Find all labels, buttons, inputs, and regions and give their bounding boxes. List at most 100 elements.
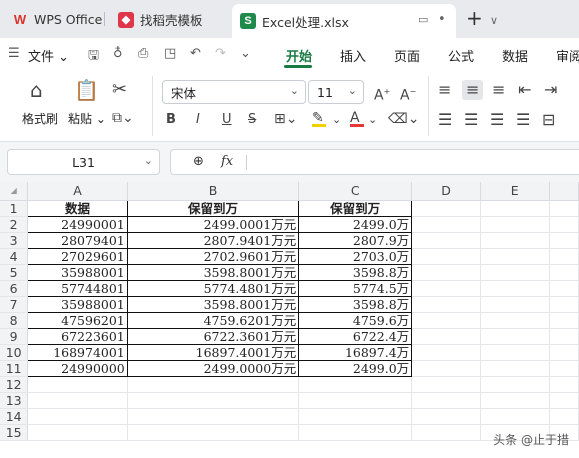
cell[interactable] — [549, 344, 579, 361]
tab-excel-file[interactable]: S Excel处理.xlsx ▭ • — [232, 4, 456, 38]
cell[interactable] — [480, 280, 550, 297]
cell-value[interactable]: 4759.6万 — [298, 311, 413, 329]
cell[interactable] — [549, 392, 579, 409]
cell-value[interactable]: 28079401 — [27, 231, 128, 249]
cell-value[interactable]: 2807.9401万元 — [126, 231, 300, 249]
cell[interactable] — [480, 296, 550, 313]
select-all-corner[interactable]: ◢ — [0, 182, 29, 201]
cell[interactable] — [549, 248, 579, 265]
cell[interactable] — [127, 392, 300, 409]
row-header[interactable]: 9 — [0, 328, 29, 345]
spreadsheet-grid[interactable]: ◢ A B C D E 1 数据 保留到万 保留到万 2 24990001 24… — [0, 182, 579, 458]
cell-value[interactable]: 2499.0000万元 — [126, 359, 300, 377]
new-tab-icon[interactable]: + — [466, 8, 483, 28]
cell[interactable] — [549, 408, 579, 425]
align-left-icon[interactable]: ☰ — [438, 112, 452, 128]
underline-icon[interactable]: U — [222, 112, 232, 128]
cell[interactable] — [480, 344, 550, 361]
cell-value[interactable]: 6722.3601万元 — [126, 327, 300, 345]
cell[interactable] — [411, 392, 481, 409]
align-bottom-icon[interactable]: ≡ — [492, 82, 505, 98]
cell-value[interactable]: 27029601 — [27, 247, 128, 265]
cell[interactable] — [411, 200, 481, 217]
cell[interactable] — [480, 360, 550, 377]
format-painter-label[interactable]: 格式刷 — [22, 110, 58, 127]
cell-header-b[interactable]: 保留到万 — [126, 199, 300, 217]
cell[interactable] — [411, 408, 481, 425]
row-header[interactable]: 7 — [0, 296, 29, 313]
row-header[interactable]: 4 — [0, 248, 29, 265]
cell[interactable] — [480, 408, 550, 425]
cell[interactable] — [549, 328, 579, 345]
font-color-icon[interactable]: A — [350, 110, 364, 127]
row-header[interactable]: 10 — [0, 344, 29, 361]
window-tile-icon[interactable]: ▭ — [418, 13, 428, 26]
paste-label[interactable]: 粘贴 ⌄ — [68, 110, 106, 127]
cell[interactable] — [298, 392, 413, 409]
tab-review[interactable]: 审阅 — [556, 46, 579, 65]
cell-value[interactable]: 16897.4万 — [298, 343, 413, 361]
redo-icon[interactable]: ↷ — [215, 46, 226, 61]
cell-value[interactable]: 16897.4001万元 — [126, 343, 300, 361]
cell[interactable] — [549, 376, 579, 393]
row-header[interactable]: 11 — [0, 360, 29, 377]
tab-data[interactable]: 数据 — [502, 46, 528, 65]
cell-header-data[interactable]: 数据 — [27, 199, 128, 217]
cell-value[interactable]: 35988001 — [27, 263, 128, 281]
fill-color-icon[interactable]: ✎ — [312, 110, 326, 127]
cell[interactable] — [27, 408, 128, 425]
share-icon[interactable]: ♁ — [113, 46, 123, 61]
row-header[interactable]: 3 — [0, 232, 29, 249]
align-center-icon[interactable]: ☰ — [464, 112, 478, 128]
align-top-icon[interactable]: ≡ — [438, 82, 451, 98]
cell-value[interactable]: 6722.4万 — [298, 327, 413, 345]
cell-value[interactable]: 3598.8万 — [298, 295, 413, 313]
cell[interactable] — [127, 424, 300, 441]
cell-header-c[interactable]: 保留到万 — [298, 199, 413, 217]
row-header[interactable]: 2 — [0, 216, 29, 233]
row-header[interactable]: 5 — [0, 264, 29, 281]
font-name-select[interactable]: 宋体 ⌄ — [162, 80, 306, 104]
tab-page[interactable]: 页面 — [394, 46, 420, 65]
print-icon[interactable]: ⎙ — [138, 46, 148, 61]
increase-font-icon[interactable]: A+ — [374, 84, 390, 104]
tab-formula[interactable]: 公式 — [448, 46, 474, 65]
save-icon[interactable]: 🖫 — [88, 46, 99, 68]
cell-value[interactable]: 5774.4801万元 — [126, 279, 300, 297]
cell[interactable] — [480, 376, 550, 393]
tab-home[interactable]: 开始 — [286, 46, 312, 65]
clear-format-icon[interactable]: ⌫⌄ — [388, 111, 420, 127]
column-header-c[interactable]: C — [298, 182, 413, 201]
row-header[interactable]: 1 — [0, 200, 29, 217]
cell-value[interactable]: 4759.6201万元 — [126, 311, 300, 329]
cell[interactable] — [411, 232, 481, 249]
cell-value[interactable]: 2499.0万 — [298, 215, 413, 233]
row-header[interactable]: 12 — [0, 376, 29, 393]
print-preview-icon[interactable]: ◳ — [164, 46, 176, 61]
cell-value[interactable]: 3598.8万 — [298, 263, 413, 281]
cell-value[interactable]: 2702.9601万元 — [126, 247, 300, 265]
cell[interactable] — [549, 264, 579, 281]
tab-wps-office[interactable]: W WPS Office — [4, 5, 110, 34]
cell[interactable] — [549, 200, 579, 217]
paste-icon[interactable]: 📋 — [74, 80, 99, 100]
cell-value[interactable]: 24990000 — [27, 359, 128, 377]
cell[interactable] — [549, 280, 579, 297]
cell[interactable] — [411, 264, 481, 281]
row-header[interactable]: 13 — [0, 392, 29, 409]
cell[interactable] — [549, 216, 579, 233]
row-header[interactable]: 15 — [0, 424, 29, 441]
format-painter-icon[interactable]: ⌂ — [30, 80, 43, 100]
cell-value[interactable]: 3598.8001万元 — [126, 263, 300, 281]
bold-icon[interactable]: B — [166, 112, 176, 128]
close-tab-icon[interactable]: • — [438, 12, 446, 27]
decrease-indent-icon[interactable]: ⇤ — [518, 82, 531, 98]
copy-icon[interactable]: ⧉⌄ — [112, 110, 134, 126]
row-header[interactable]: 8 — [0, 312, 29, 329]
column-header-b[interactable]: B — [127, 182, 300, 201]
cell[interactable] — [127, 408, 300, 425]
row-header[interactable]: 6 — [0, 280, 29, 297]
strikethrough-icon[interactable]: S — [248, 112, 256, 128]
cell[interactable] — [298, 376, 413, 393]
cell-value[interactable]: 2703.0万 — [298, 247, 413, 265]
